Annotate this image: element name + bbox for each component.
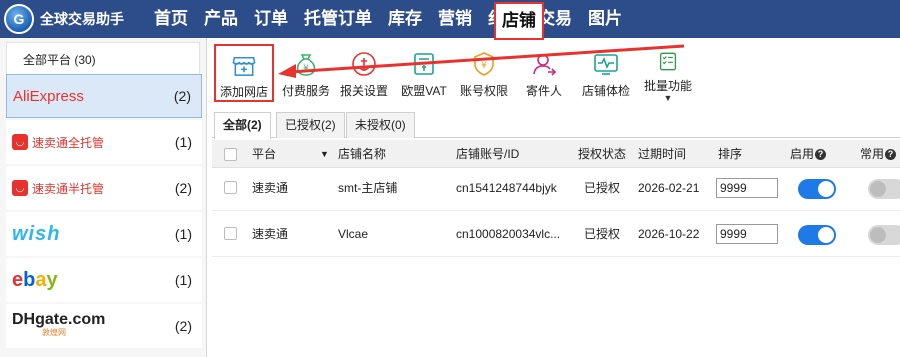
tab-unauthorized[interactable]: 未授权(0) <box>346 112 415 138</box>
customs-settings-label: 报关设置 <box>339 84 388 98</box>
nav-products[interactable]: 产品 <box>196 0 246 38</box>
wish-logo: wish <box>12 222 152 246</box>
sort-caret-icon[interactable]: ▼ <box>320 140 329 168</box>
cell-store-name: Vlcae <box>338 227 369 241</box>
row-checkbox[interactable] <box>224 181 237 194</box>
platform-sublabel: 敦煌网 <box>42 328 66 337</box>
cell-auth-status: 已授权 <box>584 181 621 195</box>
platform-smt-full-managed[interactable]: ◡ 速卖通全托管 (1) <box>6 120 202 164</box>
platform-smt-semi-managed[interactable]: ◡ 速卖通半托管 (2) <box>6 166 202 210</box>
cell-expire-time: 2026-10-22 <box>638 227 700 241</box>
all-platforms-header[interactable]: 全部平台 (30) <box>6 42 200 76</box>
ebay-logo: ebay <box>12 268 58 291</box>
row-checkbox[interactable] <box>224 227 237 240</box>
platform-label: 速卖通半托管 <box>32 181 105 196</box>
store-check-label: 店铺体检 <box>581 84 630 98</box>
store-filter-tabs: 全部(2) 已授权(2) 未授权(0) <box>212 112 900 139</box>
platform-ebay[interactable]: ebay (1) <box>6 258 202 302</box>
tab-all[interactable]: 全部(2) <box>214 112 271 139</box>
smt-logo: ◡ 速卖通半托管 <box>12 176 152 200</box>
col-platform[interactable]: 平台 <box>252 140 276 168</box>
common-toggle[interactable] <box>868 179 900 199</box>
store-add-icon <box>232 57 256 76</box>
platform-wish[interactable]: wish (1) <box>6 212 202 256</box>
table-row[interactable]: 速卖通 smt-主店铺 cn1541248744bjyk 已授权 2026-02… <box>212 165 900 211</box>
table-header: 平台 ▼ 店铺名称 店铺账号/ID 授权状态 过期时间 排序 启用? 常用? <box>212 140 900 168</box>
aliexpress-logo: AliExpress <box>13 84 153 108</box>
platform-label: DHgate.com <box>12 311 106 328</box>
cell-expire-time: 2026-02-21 <box>638 181 700 195</box>
chevron-down-icon: ▼ <box>663 93 673 103</box>
col-account-id[interactable]: 店铺账号/ID <box>456 140 519 168</box>
platform-label: wish <box>12 222 61 245</box>
table-row[interactable]: 速卖通 Vlcae cn1000820034vlc... 已授权 2026-10… <box>212 211 900 257</box>
platform-count: (2) <box>173 88 191 104</box>
common-label: 常用 <box>860 147 885 161</box>
common-toggle[interactable] <box>868 225 900 245</box>
main-nav: 首页 产品 订单 托管订单 库存 营销 纠纷 交易 图片 <box>146 0 630 38</box>
add-store-label: 添加网店 <box>219 85 268 99</box>
col-common[interactable]: 常用? <box>860 140 897 168</box>
tab-authorized[interactable]: 已授权(2) <box>276 112 345 138</box>
aliexpress-label: AliExpress <box>13 87 84 105</box>
platform-count: (1) <box>174 134 192 150</box>
platform-aliexpress[interactable]: AliExpress (2) <box>6 74 202 118</box>
cell-account-id: cn1000820034vlc... <box>456 227 561 241</box>
add-store-button[interactable]: 添加网店 <box>214 44 274 102</box>
nav-orders[interactable]: 订单 <box>246 0 296 38</box>
platform-dhgate[interactable]: DHgate.com 敦煌网 (2) <box>6 304 202 348</box>
nav-inventory[interactable]: 库存 <box>380 0 430 38</box>
shopping-bag-icon: ◡ <box>12 134 28 150</box>
platform-label: 速卖通全托管 <box>32 135 105 150</box>
enabled-label: 启用 <box>790 147 815 161</box>
cell-account-id: cn1541248744bjyk <box>456 181 557 195</box>
top-nav-bar: G 全球交易助手 首页 产品 订单 托管订单 库存 营销 纠纷 交易 图片 店铺 <box>0 0 900 40</box>
sort-input[interactable]: 9999 <box>716 178 778 198</box>
col-auth-status[interactable]: 授权状态 <box>578 140 626 168</box>
app-title: 全球交易助手 <box>40 11 124 27</box>
cell-store-name: smt-主店铺 <box>338 181 398 195</box>
help-icon[interactable]: ? <box>815 149 827 161</box>
platform-sidebar: 全部平台 (30) AliExpress (2) ◡ 速卖通全托管 (1) ◡ 速卖… <box>0 38 207 357</box>
account-permissions-label: 账号权限 <box>459 84 508 98</box>
nav-home[interactable]: 首页 <box>146 0 196 38</box>
sort-input[interactable]: 9999 <box>716 224 778 244</box>
nav-managed-orders[interactable]: 托管订单 <box>296 0 380 38</box>
cell-auth-status: 已授权 <box>584 227 621 241</box>
enabled-toggle[interactable] <box>798 225 836 245</box>
cell-platform: 速卖通 <box>252 227 289 241</box>
col-enabled[interactable]: 启用? <box>790 140 827 168</box>
eu-vat-label: 欧盟VAT <box>401 84 447 98</box>
platform-count: (1) <box>174 272 192 288</box>
nav-stores[interactable]: 店铺 <box>494 2 544 40</box>
brand: G 全球交易助手 <box>4 4 140 34</box>
annotation-arrow <box>278 44 685 78</box>
sender-label: 寄件人 <box>525 84 562 98</box>
paid-service-label: 付费服务 <box>281 84 330 98</box>
smt-logo: ◡ 速卖通全托管 <box>12 130 152 154</box>
col-store-name[interactable]: 店铺名称 <box>338 140 386 168</box>
platform-count: (2) <box>174 180 192 196</box>
select-all-checkbox[interactable] <box>224 148 237 161</box>
dhgate-logo: DHgate.com 敦煌网 <box>12 311 152 341</box>
nav-images[interactable]: 图片 <box>580 0 630 38</box>
store-toolbar: 添加网店 ¥ 付费服务 报关设置 欧盟VAT ¥ 账号权限 寄件人 店铺体检 批… <box>212 40 900 106</box>
col-expire-time[interactable]: 过期时间 <box>638 140 686 168</box>
cell-platform: 速卖通 <box>252 181 289 195</box>
platform-count: (2) <box>174 318 192 334</box>
nav-marketing[interactable]: 营销 <box>430 0 480 38</box>
enabled-toggle[interactable] <box>798 179 836 199</box>
help-icon[interactable]: ? <box>885 149 897 161</box>
app-logo: G <box>4 4 34 34</box>
platform-count: (1) <box>174 226 192 242</box>
shopping-bag-icon: ◡ <box>12 180 28 196</box>
col-sort[interactable]: 排序 <box>718 140 742 168</box>
